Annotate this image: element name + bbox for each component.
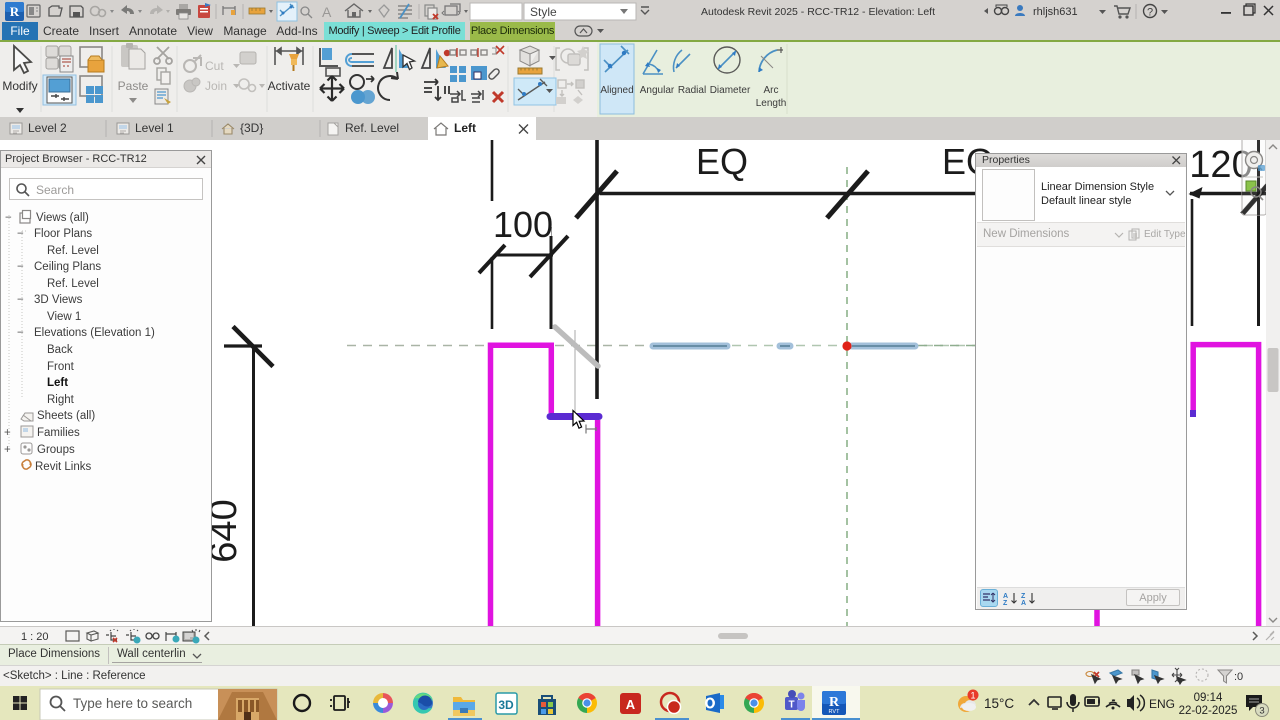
svg-text:15°C: 15°C [984,696,1014,711]
svg-text:Diameter: Diameter [710,85,751,96]
svg-text:Cut: Cut [205,59,224,73]
svg-text:Z: Z [1003,600,1008,606]
svg-text:Paste: Paste [118,79,149,93]
svg-text:EQ: EQ [696,141,748,182]
svg-text:Ceiling Plans: Ceiling Plans [34,261,101,273]
svg-text:Arc: Arc [764,85,779,96]
svg-text:rhljsh631: rhljsh631 [1033,6,1078,18]
svg-text:−: − [17,327,24,339]
svg-text:Elevations (Elevation 1): Elevations (Elevation 1) [34,327,155,339]
svg-text:ENG: ENG [1149,697,1175,711]
svg-text:100: 100 [493,204,553,245]
svg-text:Revit Links: Revit Links [35,461,91,473]
svg-text:Activate: Activate [268,79,311,93]
svg-text:Ref. Level: Ref. Level [47,245,99,257]
svg-text:RVT: RVT [829,709,841,715]
svg-text:Left: Left [47,377,68,389]
svg-text:Type here to search: Type here to search [73,696,192,711]
svg-text:Families: Families [37,427,80,439]
svg-text:Right: Right [47,394,75,406]
svg-text:A: A [322,4,332,20]
svg-text:09:14: 09:14 [1194,692,1223,704]
svg-text:Aligned: Aligned [600,85,633,96]
svg-text:Autodesk Revit 2025 - RCC-TR12: Autodesk Revit 2025 - RCC-TR12 - Elevati… [701,6,935,18]
svg-text:Join: Join [205,79,227,93]
svg-text:Back: Back [47,344,73,356]
svg-text:A: A [1021,600,1026,606]
svg-text:Modify: Modify [2,79,37,93]
svg-text:1: 1 [970,691,975,701]
svg-text:Views (all): Views (all) [36,212,89,224]
svg-text:Radial: Radial [678,85,706,96]
svg-text:Ref. Level: Ref. Level [47,278,99,290]
svg-text:Style: Style [530,5,557,19]
svg-text:R: R [10,4,20,19]
svg-text:T: T [788,700,794,711]
svg-text:Z: Z [1021,593,1026,600]
svg-text:View 1: View 1 [47,311,81,323]
svg-text:−: − [17,261,24,273]
svg-text:−: − [17,228,24,240]
svg-text:Sheets (all): Sheets (all) [37,410,95,422]
svg-text:+: + [4,427,11,439]
svg-text:?: ? [1147,7,1153,19]
svg-text:Length: Length [756,98,787,109]
svg-text:3: 3 [1259,706,1264,717]
svg-text:22-02-2025: 22-02-2025 [1179,705,1238,717]
svg-text:+: + [4,444,11,456]
svg-text:3D: 3D [498,698,514,712]
svg-text:Groups: Groups [37,444,75,456]
svg-text:1 : 20: 1 : 20 [21,631,49,643]
svg-text:3D Views: 3D Views [34,294,83,306]
svg-text:R: R [829,695,840,710]
svg-text:A: A [1003,593,1008,600]
svg-text:Angular: Angular [640,85,675,96]
svg-text:−: − [17,294,24,306]
svg-text:Front: Front [47,361,75,373]
svg-text::0: :0 [1234,671,1243,683]
svg-text:Floor Plans: Floor Plans [34,228,92,240]
svg-text:A: A [626,697,636,712]
